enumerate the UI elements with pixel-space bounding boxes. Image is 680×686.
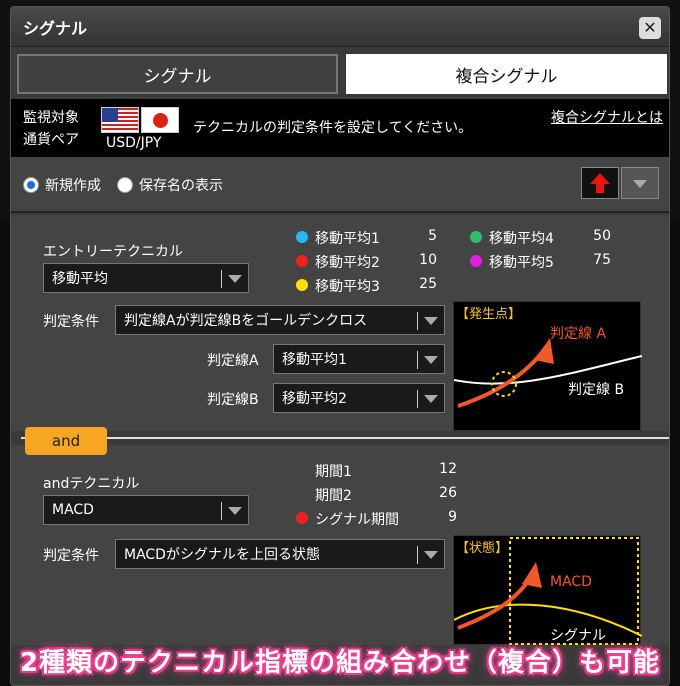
period2-value: 26	[439, 485, 457, 501]
jp-flag-icon	[141, 107, 179, 133]
diagram-tag: 【発生点】	[456, 307, 521, 322]
and-heading: andテクニカル	[43, 476, 140, 492]
radio-new-label[interactable]: 新規作成	[45, 175, 101, 195]
chevron-down-icon	[418, 384, 444, 412]
chart-background-right	[670, 220, 680, 686]
chevron-down-icon	[222, 496, 248, 524]
chevron-down-icon	[418, 306, 444, 334]
ma1-label: 移動平均1	[315, 231, 380, 247]
macd-state-diagram: 【状態】 MACD シグナル	[453, 535, 643, 645]
diagram-lineA-label: 判定線 A	[550, 326, 606, 342]
ma4-color-dot	[470, 231, 482, 243]
entry-section: エントリーテクニカル 移動平均 移動平均1 5 移動平均2 10 移動平均3 2…	[11, 215, 669, 431]
titlebar: シグナル	[11, 7, 669, 47]
promo-banner: 2種類のテクニカル指標の組み合わせ（複合）も可能	[19, 647, 661, 678]
diagram-macd-label: MACD	[550, 574, 592, 590]
golden-cross-diagram: 【発生点】 判定線 A 判定線 B	[453, 301, 643, 431]
mode-bar: 新規作成 保存名の表示	[11, 157, 669, 213]
ma3-color-dot	[296, 279, 308, 291]
combined-signal-help-link[interactable]: 複合シグナルとは	[551, 107, 663, 127]
dialog-title: シグナル	[23, 18, 88, 38]
chevron-down-icon	[222, 264, 248, 292]
section-divider	[21, 437, 669, 439]
and-badge: and	[25, 427, 107, 455]
target-info: 監視対象 通貨ペア USD/JPY テクニカルの判定条件を設定してください。 複…	[11, 99, 669, 157]
signal-dialog: シグナル ✕ シグナル 複合シグナル 監視対象 通貨ペア USD/JPY テクニ…	[10, 6, 670, 686]
entry-technical-value: 移動平均	[52, 271, 108, 287]
instruction-text: テクニカルの判定条件を設定してください。	[193, 120, 473, 136]
chevron-down-icon	[418, 345, 444, 373]
saved-dropdown-button[interactable]	[621, 167, 659, 199]
period1-value: 12	[439, 461, 457, 477]
and-technical-value: MACD	[52, 502, 94, 518]
diagram-lineB-label: 判定線 B	[568, 382, 624, 398]
close-icon: ✕	[643, 18, 657, 37]
close-button[interactable]: ✕	[639, 17, 661, 39]
period2-label: 期間2	[315, 488, 352, 504]
currency-pair: USD/JPY	[106, 135, 162, 151]
signal-period-color-dot	[296, 512, 308, 524]
ma5-label: 移動平均5	[489, 255, 554, 271]
lineB-select[interactable]: 移動平均2	[273, 383, 445, 413]
signal-period-label: シグナル期間	[315, 512, 399, 528]
and-condition-value: MACDがシグナルを上回る状態	[124, 547, 320, 563]
diagram-state-tag: 【状態】	[456, 540, 508, 556]
ma2-label: 移動平均2	[315, 255, 380, 271]
currency-pair-label: 通貨ペア	[23, 132, 79, 148]
and-condition-label: 判定条件	[43, 548, 99, 564]
and-condition-select[interactable]: MACDがシグナルを上回る状態	[115, 539, 445, 569]
upload-button[interactable]	[581, 167, 619, 199]
chart-background-left	[0, 220, 10, 686]
and-technical-select[interactable]: MACD	[43, 495, 249, 525]
lineA-select[interactable]: 移動平均1	[273, 344, 445, 374]
and-section: andテクニカル MACD 期間1 12 期間2 26 シグナル期間 9 判定条…	[11, 445, 669, 645]
target-label: 監視対象	[23, 110, 79, 126]
ma4-label: 移動平均4	[489, 231, 554, 247]
lineA-label: 判定線A	[207, 353, 259, 369]
screen: シグナル ✕ シグナル 複合シグナル 監視対象 通貨ペア USD/JPY テクニ…	[0, 0, 680, 686]
lineA-value: 移動平均1	[282, 352, 347, 368]
ma5-value: 75	[593, 252, 611, 268]
ma3-value: 25	[419, 276, 437, 292]
ma4-value: 50	[593, 228, 611, 244]
ma2-value: 10	[419, 252, 437, 268]
entry-condition-value: 判定線Aが判定線Bをゴールデンクロス	[124, 313, 368, 329]
chevron-down-icon	[418, 540, 444, 568]
radio-new[interactable]	[23, 177, 39, 193]
entry-condition-label: 判定条件	[43, 314, 99, 330]
tab-bar: シグナル 複合シグナル	[17, 54, 667, 94]
lineB-value: 移動平均2	[282, 391, 347, 407]
ma2-color-dot	[296, 255, 308, 267]
entry-heading: エントリーテクニカル	[43, 244, 183, 260]
entry-technical-select[interactable]: 移動平均	[43, 263, 249, 293]
ma5-color-dot	[470, 255, 482, 267]
ma1-value: 5	[428, 228, 437, 244]
up-arrow-icon	[590, 173, 610, 193]
signal-period-value: 9	[448, 509, 457, 525]
tab-signal[interactable]: シグナル	[17, 54, 338, 94]
radio-saved[interactable]	[117, 177, 133, 193]
ma1-color-dot	[296, 231, 308, 243]
period1-label: 期間1	[315, 464, 352, 480]
lineB-label: 判定線B	[207, 392, 259, 408]
ma3-label: 移動平均3	[315, 279, 380, 295]
us-flag-icon	[101, 107, 139, 133]
entry-condition-select[interactable]: 判定線Aが判定線Bをゴールデンクロス	[115, 305, 445, 335]
radio-saved-label[interactable]: 保存名の表示	[139, 175, 223, 195]
tab-combined-signal[interactable]: 複合シグナル	[346, 54, 667, 94]
